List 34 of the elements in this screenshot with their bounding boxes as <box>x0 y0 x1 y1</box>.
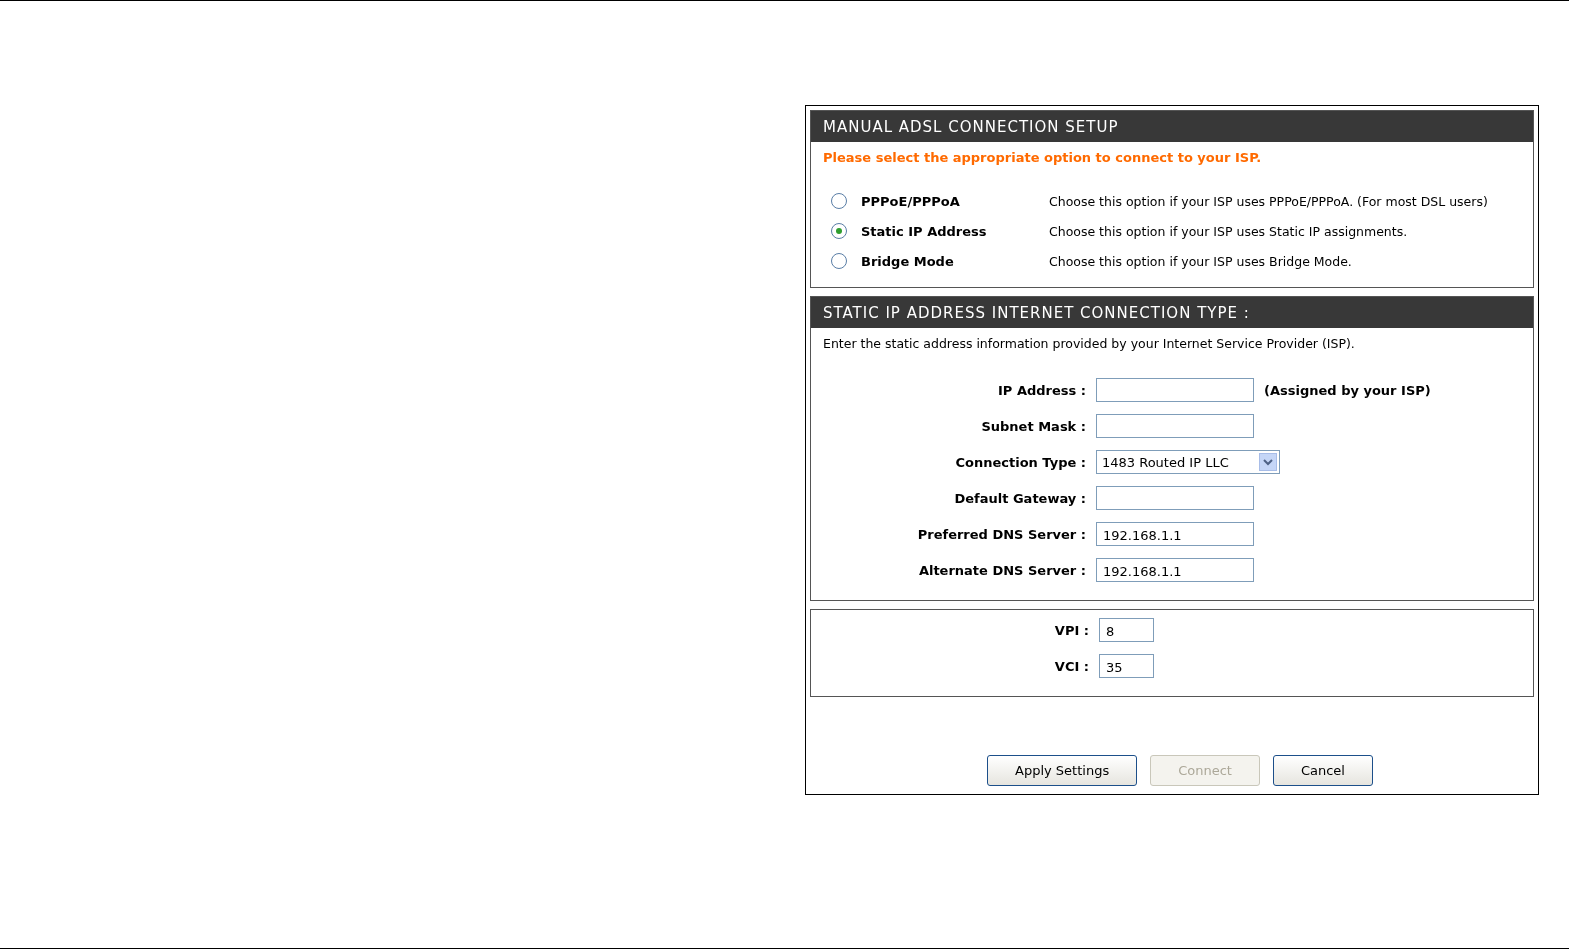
action-button[interactable]: Cancel <box>1272 755 1373 786</box>
input-field[interactable] <box>1096 414 1254 438</box>
input-field[interactable] <box>1096 486 1254 510</box>
field-label: IP Address : <box>997 382 1087 398</box>
input-field[interactable] <box>1096 378 1254 402</box>
option-description: Choose this option if your ISP uses Bridge Mode. <box>1049 253 1352 269</box>
radio-button[interactable] <box>831 223 847 239</box>
option-label: Bridge Mode <box>861 253 955 269</box>
field-label: Subnet Mask : <box>980 418 1087 434</box>
input-field[interactable]: 192.168.1.1 <box>1096 558 1254 582</box>
section-header: MANUAL ADSL CONNECTION SETUP <box>811 111 1533 142</box>
option-description: Choose this option if your ISP uses Static IP assignments. <box>1049 223 1408 239</box>
field-label: VPI : <box>1053 622 1090 638</box>
section-header: STATIC IP ADDRESS INTERNET CONNECTION TYPE : <box>811 297 1533 328</box>
radio-button[interactable] <box>831 253 847 269</box>
dropdown-value: 1483 Routed IP LLC <box>1102 454 1229 470</box>
caret-icon <box>1259 453 1277 471</box>
option-label: Static IP Address <box>861 223 988 239</box>
action-button[interactable]: Apply Settings <box>987 755 1138 786</box>
input-field[interactable]: 192.168.1.1 <box>1096 522 1254 546</box>
field-label: Alternate DNS Server : <box>917 562 1087 578</box>
option-description: Choose this option if your ISP uses PPPoE/PPPoA. (For most DSL users) <box>1049 193 1488 209</box>
connection-type-dropdown[interactable]: 1483 Routed IP LLC <box>1096 450 1280 474</box>
field-label: Connection Type : <box>954 454 1087 470</box>
input-field[interactable]: 8 <box>1099 618 1154 642</box>
field-note: (Assigned by your ISP) <box>1264 382 1431 398</box>
instruction-text: Please select the appropriate option to connect to your ISP. <box>822 149 1263 165</box>
option-label: PPPoE/PPPoA <box>861 193 961 209</box>
field-label: VCI : <box>1053 658 1090 674</box>
field-label: Preferred DNS Server : <box>916 526 1087 542</box>
field-label: Default Gateway : <box>953 490 1087 506</box>
radio-button[interactable] <box>831 193 847 209</box>
section-description: Enter the static address information provided by your Internet Service Provider (ISP). <box>822 335 1356 353</box>
input-field[interactable]: 35 <box>1099 654 1154 678</box>
